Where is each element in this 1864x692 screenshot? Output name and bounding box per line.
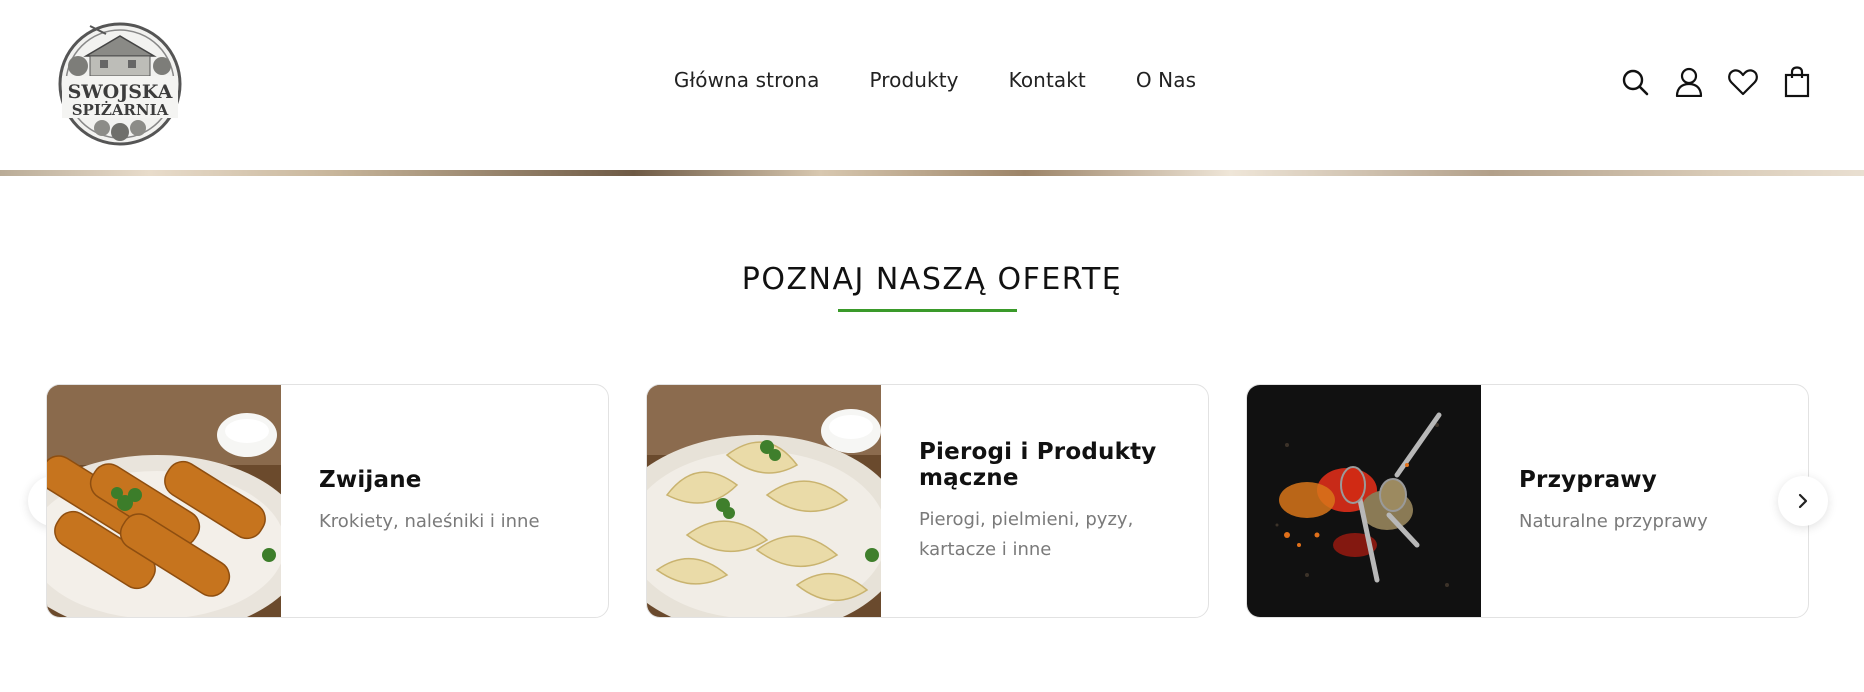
category-card-przyprawy[interactable]: Przyprawy Naturalne przyprawy: [1246, 384, 1809, 618]
carousel-next-button[interactable]: [1778, 476, 1828, 526]
nav-link-home[interactable]: Główna strona: [674, 68, 820, 92]
category-title: Zwijane: [319, 467, 422, 493]
svg-text:SPIŻARNIA: SPIŻARNIA: [72, 100, 169, 119]
category-text: Zwijane Krokiety, naleśniki i inne: [319, 385, 600, 617]
header-actions: [1620, 66, 1812, 98]
site-header: SWOJSKA SPIŻARNIA Główna strona Produkty…: [0, 0, 1864, 170]
search-icon[interactable]: [1620, 66, 1650, 98]
category-description: Krokiety, naleśniki i inne: [319, 511, 540, 532]
title-underline: [838, 309, 1017, 312]
shopping-bag-icon[interactable]: [1782, 66, 1812, 98]
chevron-right-icon: [1798, 493, 1808, 509]
user-icon[interactable]: [1674, 66, 1704, 98]
category-card-zwijane[interactable]: Zwijane Krokiety, naleśniki i inne: [46, 384, 609, 618]
nav-link-about[interactable]: O Nas: [1136, 68, 1196, 92]
category-description: Naturalne przyprawy: [1519, 511, 1708, 532]
nav-link-products[interactable]: Produkty: [869, 68, 958, 92]
heart-icon[interactable]: [1728, 66, 1758, 98]
category-text: Przyprawy Naturalne przyprawy: [1519, 385, 1800, 617]
croquettes-image: [47, 385, 307, 617]
category-title: Przyprawy: [1519, 467, 1657, 493]
main-navigation: Główna strona Produkty Kontakt O Nas: [0, 68, 1864, 92]
hero-image-strip: [0, 170, 1864, 176]
category-description: Pierogi, pielmieni, pyzy, kartacze i inn…: [919, 509, 1134, 560]
category-card-pierogi[interactable]: Pierogi i Produkty mączne Pierogi, pielm…: [646, 384, 1209, 618]
category-title: Pierogi i Produkty mączne: [919, 439, 1157, 491]
spices-image: [1247, 385, 1481, 617]
pierogi-image: [647, 385, 907, 617]
section-title: POZNAJ NASZĄ OFERTĘ: [741, 262, 1123, 297]
category-text: Pierogi i Produkty mączne Pierogi, pielm…: [919, 385, 1200, 617]
nav-link-contact[interactable]: Kontakt: [1009, 68, 1086, 92]
